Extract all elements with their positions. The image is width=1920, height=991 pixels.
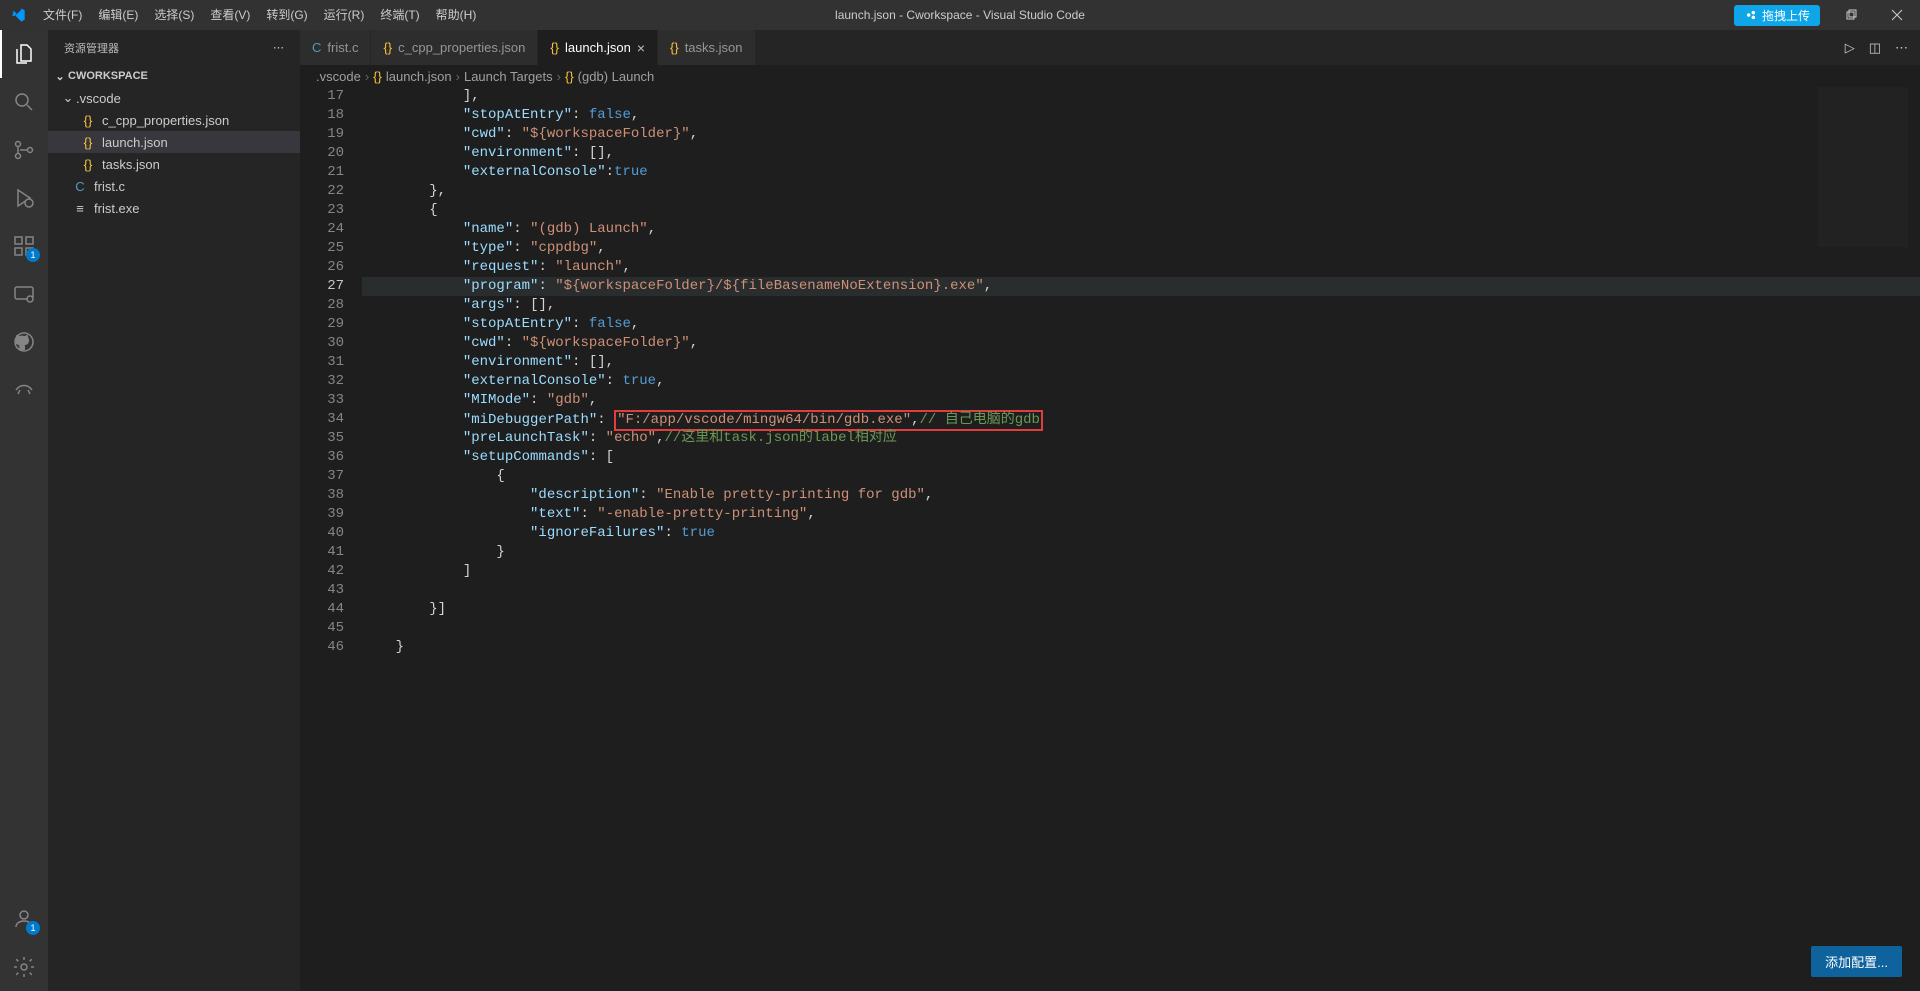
- line-numbers: 1718192021222324252627282930313233343536…: [300, 87, 362, 991]
- split-editor-icon[interactable]: ◫: [1869, 40, 1881, 56]
- close-tab-icon[interactable]: ×: [637, 40, 645, 56]
- json-object-icon: {}: [565, 69, 574, 84]
- activity-bar: 1 1: [0, 30, 48, 991]
- file-frist-exe[interactable]: ≡ frist.exe: [48, 197, 300, 219]
- chevron-down-icon: ⌄: [60, 90, 76, 106]
- menu-terminal[interactable]: 终端(T): [372, 0, 427, 30]
- json-file-icon: {}: [383, 40, 392, 55]
- c-file-icon: C: [312, 40, 321, 55]
- file-frist-c[interactable]: C frist.c: [48, 175, 300, 197]
- settings-gear-icon[interactable]: [0, 943, 48, 991]
- json-file-icon: {}: [80, 113, 96, 128]
- share-icon[interactable]: [0, 366, 48, 414]
- vscode-logo-icon: [0, 7, 35, 23]
- extensions-badge: 1: [26, 248, 40, 262]
- editor-area: C frist.c {} c_cpp_properties.json {} la…: [300, 30, 1920, 991]
- menu-help[interactable]: 帮助(H): [428, 0, 485, 30]
- source-control-icon[interactable]: [0, 126, 48, 174]
- json-file-icon: {}: [373, 69, 382, 84]
- menu-view[interactable]: 查看(V): [202, 0, 258, 30]
- c-file-icon: C: [72, 179, 88, 194]
- exe-file-icon: ≡: [72, 201, 88, 216]
- code-content[interactable]: ], "stopAtEntry": false, "cwd": "${works…: [362, 87, 1920, 991]
- json-file-icon: {}: [670, 40, 679, 55]
- menu-selection[interactable]: 选择(S): [146, 0, 202, 30]
- json-file-icon: {}: [80, 135, 96, 150]
- menu-edit[interactable]: 编辑(E): [90, 0, 146, 30]
- json-file-icon: {}: [550, 40, 559, 55]
- tab-c-cpp-properties[interactable]: {} c_cpp_properties.json: [371, 30, 538, 65]
- tab-tasks-json[interactable]: {} tasks.json: [658, 30, 756, 65]
- remote-icon[interactable]: [0, 270, 48, 318]
- menu-file[interactable]: 文件(F): [35, 0, 90, 30]
- add-configuration-button[interactable]: 添加配置...: [1811, 946, 1902, 977]
- menu-bar: 文件(F) 编辑(E) 选择(S) 查看(V) 转到(G) 运行(R) 终端(T…: [35, 0, 484, 30]
- search-icon[interactable]: [0, 78, 48, 126]
- tab-launch-json[interactable]: {} launch.json ×: [538, 30, 658, 65]
- account-icon[interactable]: 1: [0, 895, 48, 943]
- workspace-header[interactable]: ⌄ CWORKSPACE: [48, 65, 300, 87]
- window-controls: 拖拽上传: [1734, 0, 1920, 30]
- github-icon[interactable]: [0, 318, 48, 366]
- file-launch-json[interactable]: {} launch.json: [48, 131, 300, 153]
- more-actions-icon[interactable]: ⋯: [1895, 40, 1908, 56]
- close-window-icon[interactable]: [1874, 0, 1920, 30]
- tab-frist-c[interactable]: C frist.c: [300, 30, 371, 65]
- menu-go[interactable]: 转到(G): [258, 0, 315, 30]
- sidebar-header: 资源管理器 ⋯: [48, 30, 300, 65]
- folder-vscode[interactable]: ⌄ .vscode: [48, 87, 300, 109]
- file-c-cpp-properties[interactable]: {} c_cpp_properties.json: [48, 109, 300, 131]
- file-tasks-json[interactable]: {} tasks.json: [48, 153, 300, 175]
- menu-run[interactable]: 运行(R): [316, 0, 373, 30]
- breadcrumb[interactable]: .vscode › {} launch.json › Launch Target…: [300, 65, 1920, 87]
- titlebar: 文件(F) 编辑(E) 选择(S) 查看(V) 转到(G) 运行(R) 终端(T…: [0, 0, 1920, 30]
- window-title: launch.json - Cworkspace - Visual Studio…: [835, 8, 1085, 22]
- json-file-icon: {}: [80, 157, 96, 172]
- chevron-down-icon: ⌄: [52, 70, 68, 83]
- editor-actions: ▷ ◫ ⋯: [1845, 30, 1920, 65]
- cloud-upload-button[interactable]: 拖拽上传: [1734, 5, 1820, 26]
- extensions-icon[interactable]: 1: [0, 222, 48, 270]
- explorer-icon[interactable]: [0, 30, 48, 78]
- run-icon[interactable]: ▷: [1845, 40, 1855, 56]
- editor-tabs: C frist.c {} c_cpp_properties.json {} la…: [300, 30, 1920, 65]
- run-debug-icon[interactable]: [0, 174, 48, 222]
- editor-body[interactable]: 1718192021222324252627282930313233343536…: [300, 87, 1920, 991]
- restore-window-icon[interactable]: [1828, 0, 1874, 30]
- sidebar: 资源管理器 ⋯ ⌄ CWORKSPACE ⌄ .vscode {} c_cpp_…: [48, 30, 300, 991]
- sidebar-more-icon[interactable]: ⋯: [273, 41, 284, 54]
- account-badge: 1: [26, 921, 40, 935]
- minimap[interactable]: [1818, 87, 1908, 247]
